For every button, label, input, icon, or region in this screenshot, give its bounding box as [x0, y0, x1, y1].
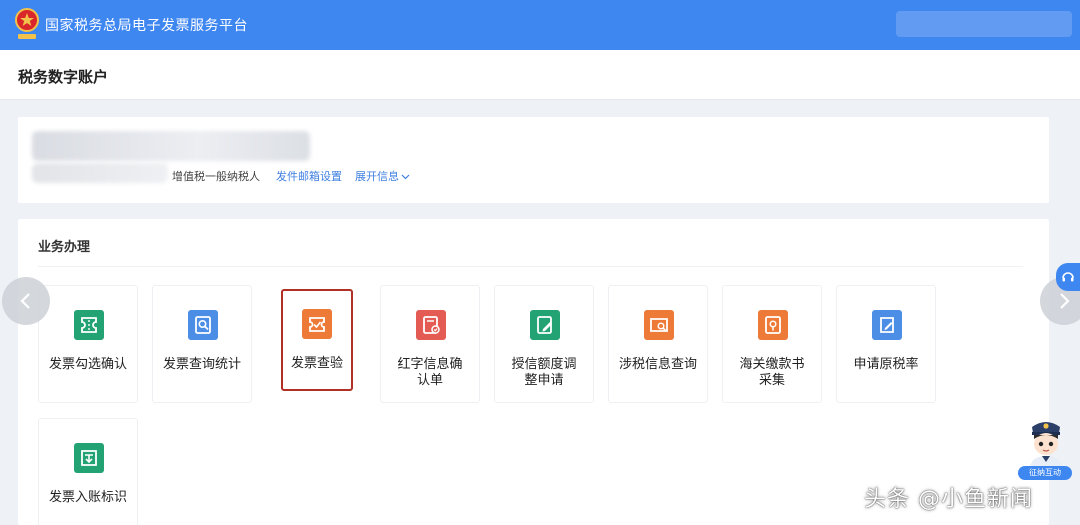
watermark: 头条 @小鱼新闻 [864, 487, 1033, 512]
original-tax-rate-icon [872, 310, 902, 340]
taxpayer-name-redacted [32, 131, 310, 161]
credit-limit-icon [530, 310, 560, 340]
chevron-right-icon [1060, 293, 1070, 309]
expand-info-link[interactable]: 展开信息 [355, 168, 410, 184]
carousel-prev-button[interactable] [2, 277, 50, 325]
section-divider [38, 266, 1023, 267]
tile-invoice-check-confirm[interactable]: 发票勾选确认 [38, 285, 138, 403]
chevron-left-icon [20, 293, 30, 309]
tile-tax-info-search[interactable]: 涉税信息查询 [608, 285, 708, 403]
assistant-label[interactable]: 征纳互动 [1018, 466, 1072, 480]
platform-title: 国家税务总局电子发票服务平台 [45, 18, 248, 34]
tile-label: 红字信息确认单 [397, 357, 463, 388]
tile-invoice-search-stats[interactable]: 发票查询统计 [152, 285, 252, 403]
red-letter-info-icon [416, 310, 446, 340]
customs-payment-icon [758, 310, 788, 340]
tile-original-tax-rate[interactable]: 申请原税率 [836, 285, 936, 403]
tile-label: 发票查验 [290, 356, 343, 371]
email-settings-link[interactable]: 发件邮箱设置 [276, 168, 342, 184]
invoice-search-icon [188, 310, 218, 340]
tile-label: 申请原税率 [853, 357, 919, 372]
national-tax-emblem-icon [15, 8, 39, 39]
tile-label: 发票查询统计 [162, 357, 241, 372]
invoice-check-icon [74, 310, 104, 340]
tile-credit-limit-adjust[interactable]: 授信额度调整申请 [494, 285, 594, 403]
tile-label: 海关缴款书采集 [739, 357, 805, 388]
taxpayer-id-redacted [32, 163, 168, 183]
customer-support-button[interactable] [1056, 263, 1080, 291]
tile-red-letter-info[interactable]: 红字信息确认单 [380, 285, 480, 403]
tile-invoice-verify[interactable]: 发票查验 [281, 289, 353, 391]
sub-header [0, 50, 1080, 100]
tile-label: 发票入账标识 [48, 490, 127, 505]
invoice-booking-icon [74, 443, 104, 473]
section-title: 业务办理 [38, 240, 91, 255]
tile-invoice-booking-mark[interactable]: 发票入账标识 [38, 418, 138, 525]
user-account-area[interactable] [896, 11, 1072, 37]
tile-label: 发票勾选确认 [48, 357, 127, 372]
tax-info-search-icon [644, 310, 674, 340]
expand-info-label: 展开信息 [355, 170, 399, 183]
headset-icon [1062, 272, 1074, 282]
chevron-down-icon [401, 174, 410, 180]
tile-customs-payment-collect[interactable]: 海关缴款书采集 [722, 285, 822, 403]
invoice-verify-icon [302, 309, 332, 339]
page-title: 税务数字账户 [18, 68, 109, 86]
tile-label: 涉税信息查询 [618, 357, 697, 372]
tile-label: 授信额度调整申请 [511, 357, 577, 388]
taxpayer-type-label: 增值税一般纳税人 [172, 170, 260, 183]
